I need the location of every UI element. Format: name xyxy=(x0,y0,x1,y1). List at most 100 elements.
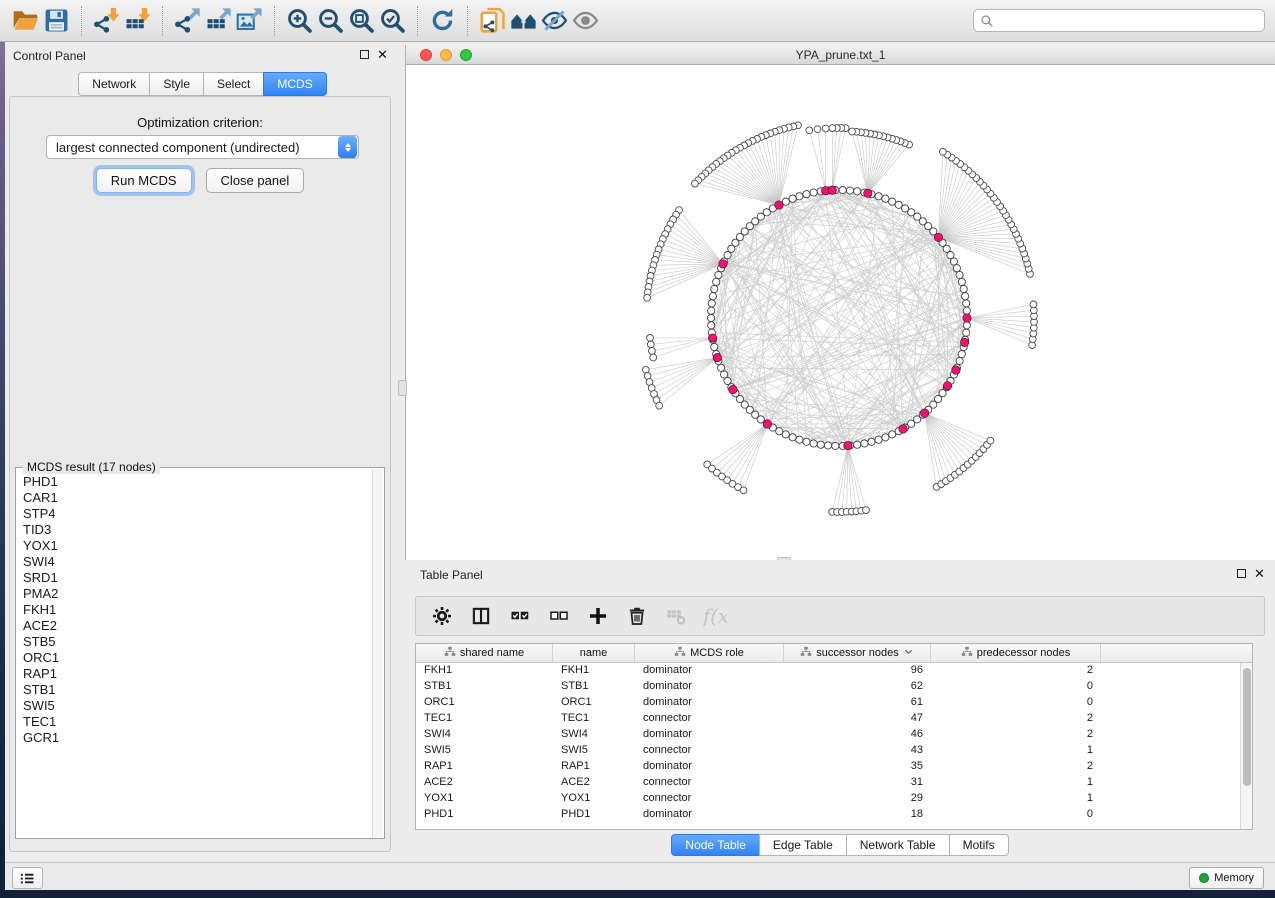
clone-network-button[interactable] xyxy=(477,5,508,36)
cell-successor-nodes[interactable]: 61 xyxy=(784,695,931,711)
vertical-splitter-grip[interactable] xyxy=(398,380,407,396)
mcds-result-item[interactable]: ACE2 xyxy=(23,618,371,634)
add-row-button[interactable] xyxy=(586,604,610,628)
cell-name[interactable]: STB1 xyxy=(553,679,635,695)
save-session-button[interactable] xyxy=(41,5,72,36)
search-input[interactable] xyxy=(994,14,1258,28)
gear-button[interactable] xyxy=(430,604,454,628)
mcds-result-item[interactable]: CAR1 xyxy=(23,490,371,506)
network-canvas[interactable] xyxy=(405,65,1275,560)
mcds-result-item[interactable]: STB5 xyxy=(23,634,371,650)
criterion-select[interactable]: largest connected component (undirected) xyxy=(46,135,359,159)
first-neighbors-button[interactable] xyxy=(508,5,539,36)
table-scrollbar-thumb[interactable] xyxy=(1243,668,1251,786)
zoom-out-button[interactable] xyxy=(315,5,346,36)
mcds-result-item[interactable]: SWI5 xyxy=(23,698,371,714)
cell-shared-name[interactable]: ORC1 xyxy=(416,695,553,711)
search-box[interactable] xyxy=(973,9,1265,32)
cell-predecessor-nodes[interactable]: 2 xyxy=(931,727,1101,743)
export-network-button[interactable] xyxy=(172,5,203,36)
cell-successor-nodes[interactable]: 31 xyxy=(784,775,931,791)
zoom-in-button[interactable] xyxy=(284,5,315,36)
open-file-button[interactable] xyxy=(10,5,41,36)
cell-MCDS-role[interactable]: connector xyxy=(635,775,784,791)
cell-MCDS-role[interactable]: dominator xyxy=(635,679,784,695)
cell-name[interactable]: SWI5 xyxy=(553,743,635,759)
table-row[interactable]: PHD1PHD1dominator180 xyxy=(416,807,1252,823)
cell-name[interactable]: ACE2 xyxy=(553,775,635,791)
table-row[interactable]: YOX1YOX1connector291 xyxy=(416,791,1252,807)
delete-row-button[interactable] xyxy=(625,604,649,628)
mcds-result-item[interactable]: PMA2 xyxy=(23,586,371,602)
cell-shared-name[interactable]: STB1 xyxy=(416,679,553,695)
mcds-result-item[interactable]: SRD1 xyxy=(23,570,371,586)
cell-successor-nodes[interactable]: 29 xyxy=(784,791,931,807)
mcds-result-item[interactable]: SWI4 xyxy=(23,554,371,570)
cell-successor-nodes[interactable]: 62 xyxy=(784,679,931,695)
cell-shared-name[interactable]: SWI5 xyxy=(416,743,553,759)
column-header-MCDS-role[interactable]: MCDS role xyxy=(635,644,784,662)
cell-MCDS-role[interactable]: dominator xyxy=(635,695,784,711)
cell-shared-name[interactable]: RAP1 xyxy=(416,759,553,775)
show-graphics-button[interactable] xyxy=(570,5,601,36)
table-row[interactable]: SWI5SWI5connector431 xyxy=(416,743,1252,759)
close-panel-button[interactable]: Close panel xyxy=(206,168,305,193)
memory-button[interactable]: Memory xyxy=(1189,867,1264,889)
cell-predecessor-nodes[interactable]: 0 xyxy=(931,695,1101,711)
cell-MCDS-role[interactable]: dominator xyxy=(635,663,784,679)
float-panel-icon[interactable] xyxy=(360,50,369,59)
cell-shared-name[interactable]: YOX1 xyxy=(416,791,553,807)
table-row[interactable]: FKH1FKH1dominator962 xyxy=(416,663,1252,679)
table-row[interactable]: ORC1ORC1dominator610 xyxy=(416,695,1252,711)
column-header-predecessor-nodes[interactable]: predecessor nodes xyxy=(931,644,1101,662)
cell-shared-name[interactable]: SWI4 xyxy=(416,727,553,743)
import-table-button[interactable] xyxy=(122,5,153,36)
cell-MCDS-role[interactable]: dominator xyxy=(635,727,784,743)
float-table-panel-icon[interactable] xyxy=(1237,569,1246,578)
cell-predecessor-nodes[interactable]: 2 xyxy=(931,759,1101,775)
cell-MCDS-role[interactable]: dominator xyxy=(635,807,784,823)
select-all-button[interactable] xyxy=(508,604,532,628)
run-mcds-button[interactable]: Run MCDS xyxy=(96,168,192,193)
table-row[interactable]: STB1STB1dominator620 xyxy=(416,679,1252,695)
tab-select[interactable]: Select xyxy=(203,72,264,96)
mcds-result-item[interactable]: FKH1 xyxy=(23,602,371,618)
mcds-result-item[interactable]: TEC1 xyxy=(23,714,371,730)
cell-predecessor-nodes[interactable]: 0 xyxy=(931,807,1101,823)
mcds-result-item[interactable]: RAP1 xyxy=(23,666,371,682)
mcds-result-item[interactable]: GCR1 xyxy=(23,730,371,746)
cell-predecessor-nodes[interactable]: 0 xyxy=(931,679,1101,695)
cell-shared-name[interactable]: PHD1 xyxy=(416,807,553,823)
cell-successor-nodes[interactable]: 43 xyxy=(784,743,931,759)
tab-motifs[interactable]: Motifs xyxy=(949,834,1009,856)
export-image-button[interactable] xyxy=(234,5,265,36)
cell-successor-nodes[interactable]: 46 xyxy=(784,727,931,743)
cell-shared-name[interactable]: TEC1 xyxy=(416,711,553,727)
hide-selected-button[interactable] xyxy=(539,5,570,36)
zoom-fit-button[interactable] xyxy=(346,5,377,36)
table-row[interactable]: SWI4SWI4dominator462 xyxy=(416,727,1252,743)
tab-style[interactable]: Style xyxy=(149,72,204,96)
task-history-button[interactable] xyxy=(12,867,43,889)
close-panel-icon[interactable]: ✕ xyxy=(377,50,388,59)
cell-predecessor-nodes[interactable]: 2 xyxy=(931,663,1101,679)
cell-name[interactable]: ORC1 xyxy=(553,695,635,711)
mcds-list-scrollbar[interactable] xyxy=(372,469,383,837)
cell-successor-nodes[interactable]: 96 xyxy=(784,663,931,679)
cell-MCDS-role[interactable]: connector xyxy=(635,791,784,807)
columns-button[interactable] xyxy=(469,604,493,628)
cell-name[interactable]: RAP1 xyxy=(553,759,635,775)
cell-MCDS-role[interactable]: connector xyxy=(635,711,784,727)
cell-name[interactable]: FKH1 xyxy=(553,663,635,679)
cell-name[interactable]: TEC1 xyxy=(553,711,635,727)
table-scrollbar[interactable] xyxy=(1240,663,1252,829)
close-table-panel-icon[interactable]: ✕ xyxy=(1254,569,1265,578)
cell-MCDS-role[interactable]: connector xyxy=(635,743,784,759)
deselect-all-button[interactable] xyxy=(547,604,571,628)
cell-predecessor-nodes[interactable]: 1 xyxy=(931,775,1101,791)
cell-successor-nodes[interactable]: 18 xyxy=(784,807,931,823)
mcds-result-item[interactable]: STB1 xyxy=(23,682,371,698)
mcds-result-item[interactable]: YOX1 xyxy=(23,538,371,554)
tab-network-table[interactable]: Network Table xyxy=(846,834,950,856)
tab-node-table[interactable]: Node Table xyxy=(671,834,760,856)
